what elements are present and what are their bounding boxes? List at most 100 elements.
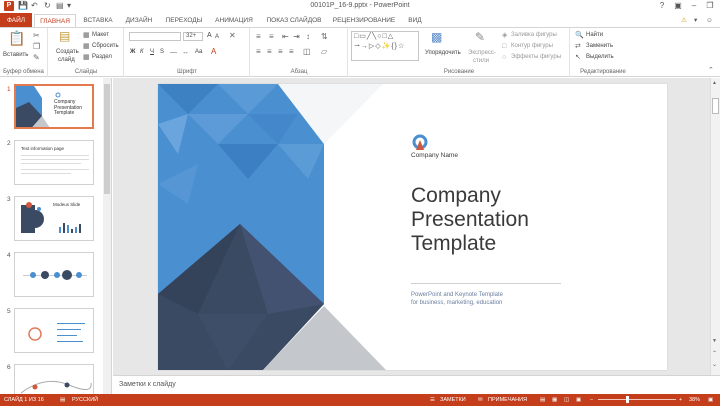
smartart-icon[interactable]: ▱ bbox=[321, 47, 327, 57]
tab-insert[interactable]: ВСТАВКА bbox=[80, 14, 116, 28]
change-case-button[interactable]: Aa bbox=[195, 48, 202, 56]
arrange-button[interactable]: Упорядочить bbox=[425, 49, 461, 57]
shrink-font-button[interactable]: A bbox=[215, 33, 219, 41]
shape-effects-icon[interactable]: ○ bbox=[502, 53, 506, 63]
help-icon[interactable]: ? bbox=[654, 0, 670, 12]
section-button[interactable]: Раздел bbox=[92, 53, 112, 61]
align-center-icon[interactable]: ≡ bbox=[267, 47, 272, 57]
account-dropdown-icon[interactable]: ▾ bbox=[694, 15, 697, 26]
shadow-button[interactable]: S bbox=[160, 48, 164, 56]
tab-home[interactable]: ГЛАВНАЯ bbox=[34, 14, 76, 28]
current-slide[interactable]: Company Name Company Presentation Templa… bbox=[158, 84, 667, 370]
notes-pane[interactable]: Заметки к слайду bbox=[113, 375, 720, 394]
slide-thumbnail-5[interactable] bbox=[14, 308, 94, 353]
reading-view-icon[interactable]: ◫ bbox=[564, 394, 569, 406]
thumbnails-scrollbar[interactable] bbox=[103, 78, 111, 394]
zoom-slider-handle[interactable] bbox=[626, 396, 629, 403]
cut-icon[interactable]: ✂ bbox=[33, 31, 40, 41]
thumbnails-scroll-thumb[interactable] bbox=[104, 84, 110, 194]
align-right-icon[interactable]: ≡ bbox=[278, 47, 283, 57]
italic-button[interactable]: К bbox=[140, 48, 144, 56]
language-indicator[interactable]: РУССКИЙ bbox=[72, 394, 98, 406]
char-spacing-icon[interactable]: ↔ bbox=[182, 48, 189, 58]
shape-outline-button[interactable]: Контур фигуры bbox=[511, 42, 553, 50]
select-icon[interactable]: ↖ bbox=[575, 53, 581, 63]
reset-icon[interactable]: ▦ bbox=[83, 42, 90, 52]
user-avatar-icon[interactable]: ☺ bbox=[706, 15, 713, 26]
copy-icon[interactable]: ❐ bbox=[33, 42, 40, 52]
editor-scrollbar[interactable]: ▲ ▼ ⌃ ⌄ bbox=[710, 78, 720, 375]
ribbon-display-icon[interactable]: ▣ bbox=[670, 0, 686, 12]
find-icon[interactable]: 🔍 bbox=[575, 31, 584, 41]
font-color-icon[interactable]: A bbox=[211, 47, 216, 57]
slide-company-name[interactable]: Company Name bbox=[411, 152, 458, 159]
text-direction-icon[interactable]: ⇅ bbox=[321, 32, 328, 42]
slide-thumbnail-1[interactable]: Company Presentation Template bbox=[14, 84, 94, 129]
tab-transitions[interactable]: ПЕРЕХОДЫ bbox=[162, 14, 206, 28]
reset-button[interactable]: Сбросить bbox=[92, 42, 119, 50]
line-spacing-icon[interactable]: ↕ bbox=[306, 32, 310, 42]
notes-toggle-icon[interactable]: ☰ bbox=[430, 394, 435, 406]
align-left-icon[interactable]: ≡ bbox=[256, 47, 261, 57]
new-slide-icon[interactable]: ▤ bbox=[59, 30, 70, 42]
quick-styles-button[interactable]: Экспресс- bbox=[468, 49, 496, 57]
new-slide-button-line2[interactable]: слайд bbox=[58, 56, 75, 64]
select-button[interactable]: Выделить bbox=[586, 53, 614, 61]
replace-icon[interactable]: ⇄ bbox=[575, 42, 581, 52]
increase-indent-icon[interactable]: ⇥ bbox=[293, 32, 300, 42]
font-size-combobox[interactable]: 32+ bbox=[183, 32, 203, 41]
layout-icon[interactable]: ▦ bbox=[83, 31, 90, 41]
comments-icon[interactable]: ✉ bbox=[478, 394, 483, 406]
spellcheck-icon[interactable]: ▤ bbox=[60, 394, 65, 406]
replace-button[interactable]: Заменить bbox=[586, 42, 613, 50]
slide-thumbnail-3[interactable]: Modeus Slide bbox=[14, 196, 94, 241]
bold-button[interactable]: Ж bbox=[130, 48, 135, 56]
arrange-icon[interactable]: ▩ bbox=[431, 31, 442, 43]
zoom-in-icon[interactable]: + bbox=[679, 394, 682, 406]
tab-file[interactable]: ФАЙЛ bbox=[0, 13, 32, 28]
zoom-level[interactable]: 38% bbox=[689, 394, 700, 406]
tab-design[interactable]: ДИЗАЙН bbox=[120, 14, 158, 28]
tab-slideshow[interactable]: ПОКАЗ СЛАЙДОВ bbox=[262, 14, 326, 28]
tab-animations[interactable]: АНИМАЦИЯ bbox=[210, 14, 258, 28]
font-name-combobox[interactable] bbox=[129, 32, 181, 41]
layout-button[interactable]: Макет bbox=[92, 31, 109, 39]
strikethrough-icon[interactable]: — bbox=[170, 48, 177, 58]
scroll-up-icon[interactable]: ▲ bbox=[712, 80, 717, 86]
grow-font-button[interactable]: A bbox=[207, 32, 212, 40]
maximize-button[interactable]: ❐ bbox=[702, 0, 718, 12]
scroll-down-icon[interactable]: ▼ bbox=[712, 338, 717, 344]
next-slide-icon[interactable]: ⌄ bbox=[712, 361, 717, 368]
warning-icon[interactable]: ⚠ bbox=[681, 15, 687, 26]
tab-review[interactable]: РЕЦЕНЗИРОВАНИЕ bbox=[330, 14, 398, 28]
previous-slide-icon[interactable]: ⌃ bbox=[712, 350, 717, 357]
fit-slide-icon[interactable]: ▣ bbox=[708, 394, 713, 406]
new-slide-button[interactable]: Создать bbox=[56, 48, 79, 56]
collapse-ribbon-icon[interactable]: ⌃ bbox=[708, 66, 714, 76]
slide-thumbnail-2[interactable]: Text information page bbox=[14, 140, 94, 185]
bullets-icon[interactable]: ≡ bbox=[256, 32, 261, 42]
underline-button[interactable]: Ч bbox=[150, 48, 154, 56]
minimize-button[interactable]: – bbox=[686, 0, 702, 12]
justify-icon[interactable]: ≡ bbox=[289, 47, 294, 57]
slide-sorter-icon[interactable]: ▦ bbox=[552, 394, 557, 406]
notes-toggle-button[interactable]: ЗАМЕТКИ bbox=[440, 394, 466, 406]
find-button[interactable]: Найти bbox=[586, 31, 603, 39]
shape-effects-button[interactable]: Эффекты фигуры bbox=[511, 53, 561, 61]
slide-thumbnail-6[interactable] bbox=[14, 364, 94, 394]
slide-thumbnail-4[interactable] bbox=[14, 252, 94, 297]
numbering-icon[interactable]: ≡ bbox=[269, 32, 274, 42]
columns-icon[interactable]: ◫ bbox=[303, 47, 311, 57]
comments-button[interactable]: ПРИМЕЧАНИЯ bbox=[488, 394, 527, 406]
quick-styles-icon[interactable]: ✎ bbox=[475, 31, 485, 43]
clear-formatting-icon[interactable]: ✕ bbox=[229, 31, 236, 41]
tab-view[interactable]: ВИД bbox=[402, 14, 428, 28]
paste-button[interactable]: Вставить bbox=[3, 51, 28, 59]
slide-title[interactable]: Company Presentation Template bbox=[411, 184, 651, 256]
shape-fill-button[interactable]: Заливка фигуры bbox=[511, 31, 557, 39]
slide-subtitle[interactable]: PowerPoint and Keynote Template for busi… bbox=[411, 291, 651, 307]
editor-scroll-thumb[interactable] bbox=[712, 98, 719, 114]
paste-icon[interactable]: 📋 bbox=[8, 31, 25, 45]
format-painter-icon[interactable]: ✎ bbox=[33, 53, 40, 63]
decrease-indent-icon[interactable]: ⇤ bbox=[282, 32, 289, 42]
